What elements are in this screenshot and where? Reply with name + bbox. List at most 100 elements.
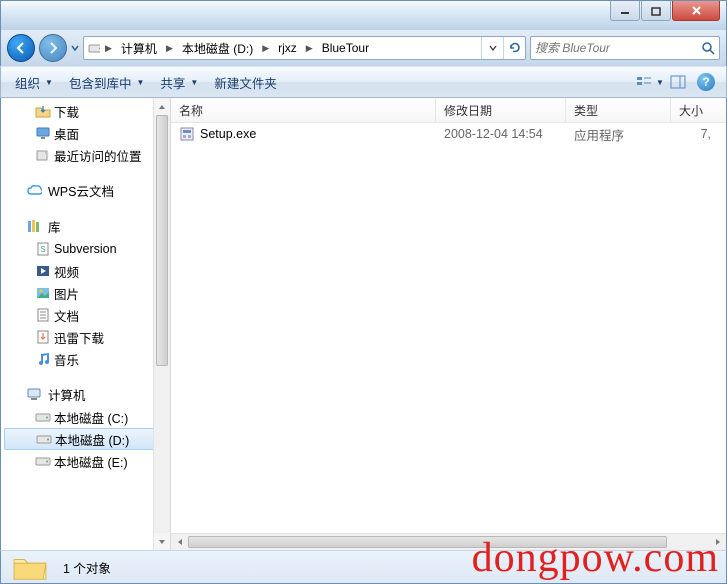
sidebar-item-label: 下载 — [54, 102, 79, 121]
sidebar-scrollbar[interactable] — [153, 98, 170, 550]
newfolder-label: 新建文件夹 — [214, 73, 277, 92]
chevron-right-icon[interactable]: ▶ — [161, 43, 176, 54]
scroll-track[interactable] — [188, 534, 709, 550]
sidebar-group-computer[interactable]: 计算机 — [1, 382, 170, 406]
horizontal-scrollbar[interactable] — [171, 533, 726, 550]
sidebar-item-library[interactable]: S Subversion — [1, 238, 170, 260]
chevron-right-icon[interactable]: ▶ — [257, 43, 272, 54]
file-date-cell: 2008-12-04 14:54 — [436, 127, 566, 141]
scroll-thumb[interactable] — [156, 115, 168, 366]
chevron-down-icon: ▼ — [188, 78, 198, 87]
refresh-icon — [508, 41, 522, 55]
view-options-button[interactable]: ▼ — [636, 69, 664, 95]
sidebar-item-drive[interactable]: 本地磁盘 (C:) — [1, 406, 170, 428]
sidebar-item-recent[interactable]: 最近访问的位置 — [1, 144, 170, 166]
library-item-icon — [35, 329, 51, 345]
view-icon — [636, 75, 652, 89]
new-folder-button[interactable]: 新建文件夹 — [206, 69, 285, 95]
sidebar-item-label: 视频 — [54, 262, 79, 281]
address-dropdown-button[interactable] — [481, 37, 503, 59]
scroll-right-button[interactable] — [709, 534, 726, 550]
back-button[interactable] — [7, 34, 35, 62]
sidebar-group-libraries[interactable]: 库 — [1, 214, 170, 238]
drive-icon — [84, 40, 100, 56]
search-box[interactable] — [530, 36, 720, 60]
scroll-thumb[interactable] — [188, 536, 667, 548]
chevron-down-icon: ▼ — [654, 78, 664, 87]
scroll-down-button[interactable] — [154, 533, 170, 550]
libraries-icon — [26, 218, 42, 234]
sidebar-item-drive[interactable]: 本地磁盘 (E:) — [1, 450, 170, 472]
breadcrumb-segment[interactable]: BlueTour — [316, 37, 373, 59]
file-row[interactable]: Setup.exe 2008-12-04 14:54 应用程序 7, — [171, 123, 726, 145]
include-label: 包含到库中 — [69, 73, 132, 92]
sidebar-item-label: 最近访问的位置 — [54, 146, 142, 165]
include-in-library-menu[interactable]: 包含到库中 ▼ — [61, 69, 152, 95]
sidebar-group-label: 库 — [48, 217, 61, 236]
sidebar-item-label: 音乐 — [54, 350, 79, 369]
column-header-date[interactable]: 修改日期 — [436, 98, 566, 122]
breadcrumb-segment[interactable]: 本地磁盘 (D:) — [176, 37, 257, 59]
close-icon — [691, 5, 702, 16]
sidebar-item-label: WPS云文档 — [48, 181, 114, 200]
column-header-size[interactable]: 大小 — [671, 98, 715, 122]
library-item-icon — [35, 351, 51, 367]
maximize-icon — [651, 6, 661, 16]
close-button[interactable] — [672, 1, 720, 21]
share-menu[interactable]: 共享 ▼ — [152, 69, 206, 95]
sidebar-item-label: 文档 — [54, 306, 79, 325]
maximize-button[interactable] — [641, 1, 671, 21]
breadcrumb-segment[interactable]: 计算机 — [115, 37, 161, 59]
column-headers: 名称 修改日期 类型 大小 — [171, 98, 726, 123]
exe-icon — [179, 126, 195, 142]
sidebar-item-downloads[interactable]: 下载 — [1, 100, 170, 122]
desktop-icon — [35, 125, 51, 141]
organize-label: 组织 — [15, 73, 40, 92]
scroll-up-button[interactable] — [154, 98, 170, 115]
drive-icon — [35, 453, 51, 469]
preview-pane-button[interactable] — [664, 69, 692, 95]
sidebar-item-label: 桌面 — [54, 124, 79, 143]
folder-icon — [11, 552, 49, 582]
column-header-type[interactable]: 类型 — [566, 98, 671, 122]
organize-menu[interactable]: 组织 ▼ — [7, 69, 61, 95]
file-size-cell: 7, — [671, 127, 715, 141]
sidebar-item-wps[interactable]: WPS云文档 — [1, 178, 170, 202]
breadcrumb-segment[interactable]: rjxz — [272, 37, 301, 59]
search-input[interactable] — [535, 41, 697, 55]
help-button[interactable]: ? — [692, 69, 720, 95]
sidebar-item-label: 本地磁盘 (E:) — [54, 452, 128, 471]
svg-text:S: S — [40, 245, 45, 254]
file-type-cell: 应用程序 — [566, 125, 671, 144]
sidebar-item-drive[interactable]: 本地磁盘 (D:) — [4, 428, 167, 450]
scroll-track[interactable] — [154, 115, 170, 533]
sidebar-item-library[interactable]: 图片 — [1, 282, 170, 304]
sidebar-item-library[interactable]: 文档 — [1, 304, 170, 326]
recent-places-icon — [35, 147, 51, 163]
sidebar-item-label: Subversion — [54, 242, 117, 256]
file-name-cell: Setup.exe — [171, 126, 436, 142]
sidebar-item-label: 图片 — [54, 284, 79, 303]
history-dropdown-icon[interactable] — [71, 41, 79, 55]
navigation-bar: ▶ 计算机 ▶ 本地磁盘 (D:) ▶ rjxz ▶ BlueTour — [0, 30, 727, 66]
sidebar-item-library[interactable]: 视频 — [1, 260, 170, 282]
window-titlebar — [0, 0, 727, 30]
chevron-down-icon: ▼ — [43, 78, 53, 87]
sidebar-item-library[interactable]: 迅雷下载 — [1, 326, 170, 348]
forward-button[interactable] — [39, 34, 67, 62]
address-bar[interactable]: ▶ 计算机 ▶ 本地磁盘 (D:) ▶ rjxz ▶ BlueTour — [83, 36, 526, 60]
column-header-name[interactable]: 名称 — [171, 98, 436, 122]
file-rows: Setup.exe 2008-12-04 14:54 应用程序 7, — [171, 123, 726, 533]
scroll-left-button[interactable] — [171, 534, 188, 550]
sidebar-item-label: 本地磁盘 (C:) — [54, 408, 128, 427]
file-name: Setup.exe — [200, 127, 256, 141]
sidebar-item-desktop[interactable]: 桌面 — [1, 122, 170, 144]
chevron-right-icon[interactable]: ▶ — [100, 43, 115, 54]
main-split: 下载 桌面 最近访问的位置 WPS云文档 库 S Subversion 视频图片文档… — [0, 98, 727, 550]
download-folder-icon — [35, 103, 51, 119]
minimize-button[interactable] — [610, 1, 640, 21]
sidebar-item-library[interactable]: 音乐 — [1, 348, 170, 370]
share-label: 共享 — [160, 73, 185, 92]
chevron-right-icon[interactable]: ▶ — [301, 43, 316, 54]
refresh-button[interactable] — [503, 37, 525, 59]
